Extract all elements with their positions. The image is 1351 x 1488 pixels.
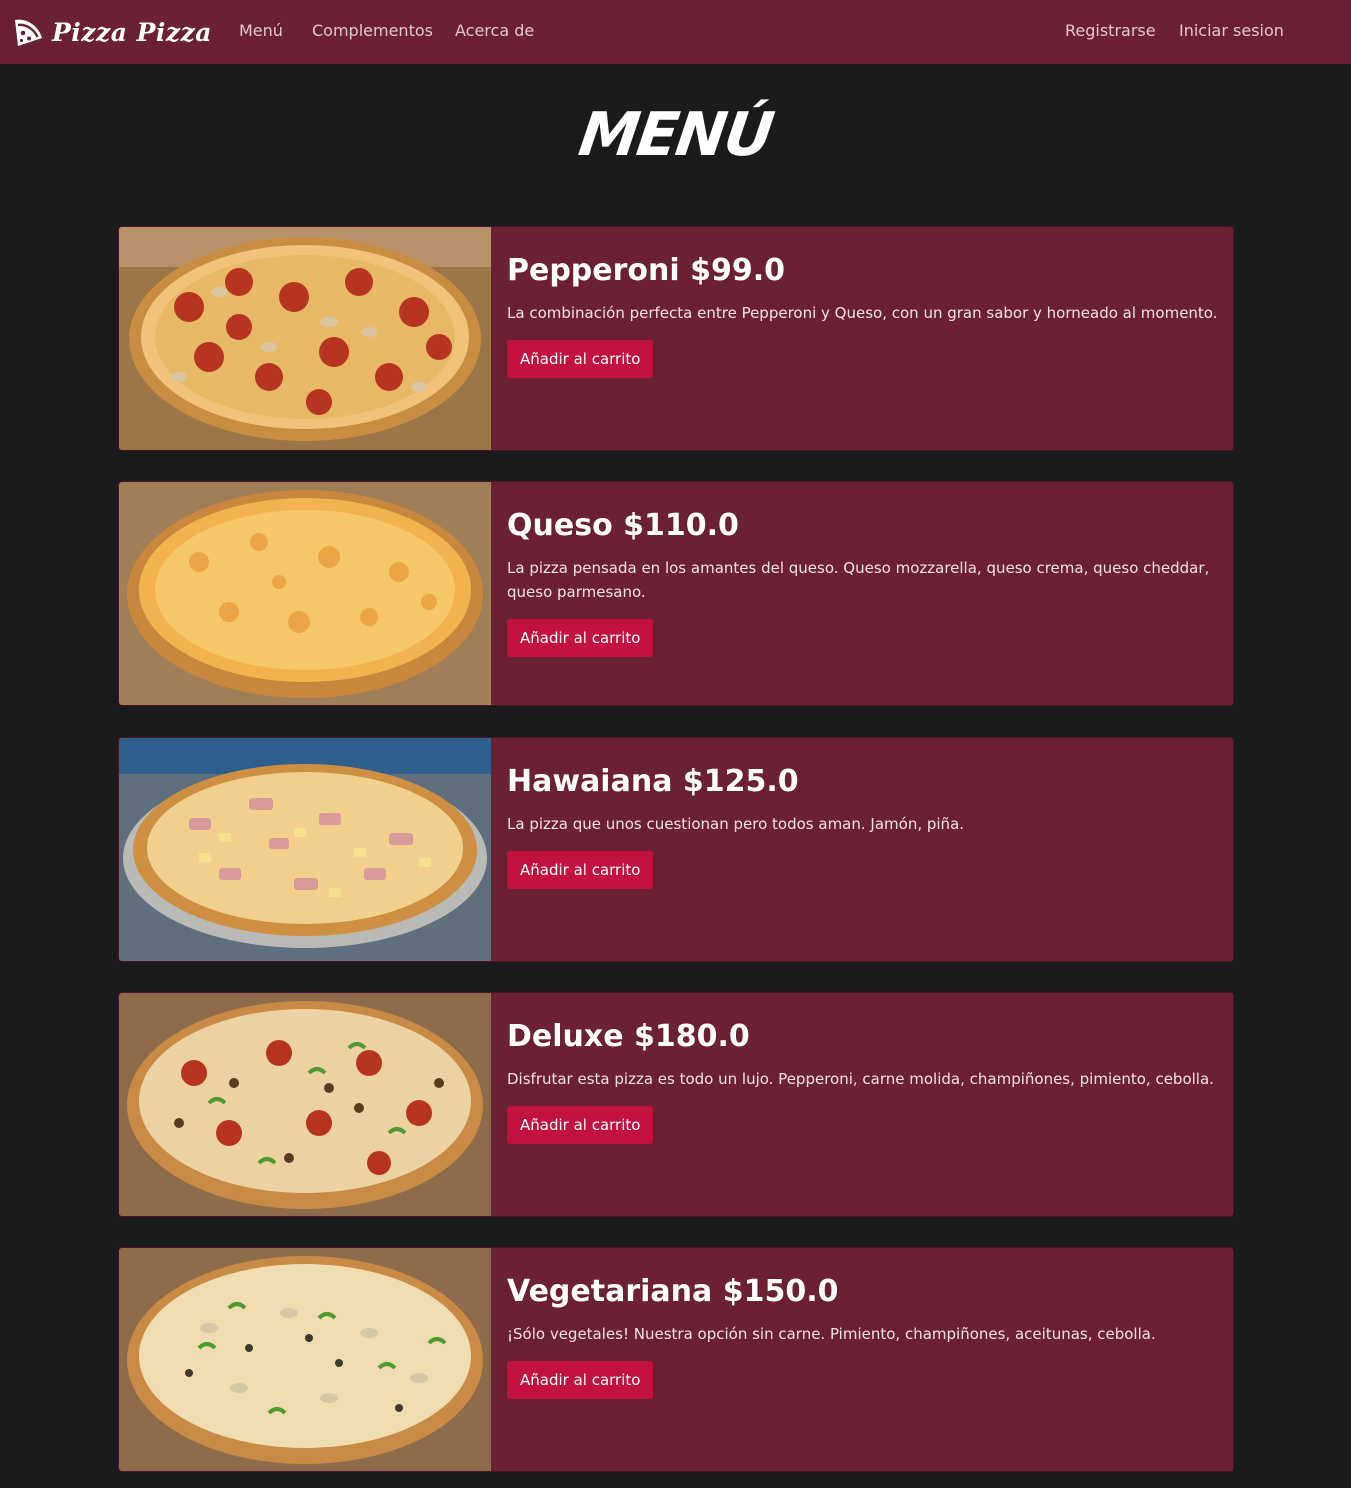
menu-item-title: Deluxe $180.0 xyxy=(507,1019,750,1054)
add-to-cart-button[interactable]: Añadir al carrito xyxy=(507,340,654,378)
nav-link-menu[interactable]: Menú xyxy=(239,21,283,40)
brand-name: Pizza Pizza xyxy=(52,17,212,47)
menu-item-title: Vegetariana $150.0 xyxy=(507,1274,839,1309)
add-to-cart-button[interactable]: Añadir al carrito xyxy=(507,619,654,657)
menu-card-body: Vegetariana $150.0 ¡Sólo vegetales! Nues… xyxy=(507,1248,1223,1399)
menu-card-body: Hawaiana $125.0 La pizza que unos cuesti… xyxy=(507,738,1223,889)
menu-card: Hawaiana $125.0 La pizza que unos cuesti… xyxy=(118,737,1234,962)
menu-item-title: Pepperoni $99.0 xyxy=(507,253,786,288)
menu-card-body: Queso $110.0 La pizza pensada en los ama… xyxy=(507,482,1223,657)
vegetarian-pizza-photo xyxy=(119,1248,491,1471)
add-to-cart-button[interactable]: Añadir al carrito xyxy=(507,1106,654,1144)
menu-item-description: Disfrutar esta pizza es todo un lujo. Pe… xyxy=(507,1070,1214,1088)
menu-item-description: La pizza pensada en los amantes del ques… xyxy=(507,559,1210,601)
menu-item-title: Queso $110.0 xyxy=(507,508,739,543)
pizza-slice-icon xyxy=(15,19,42,46)
menu-item-description: ¡Sólo vegetales! Nuestra opción sin carn… xyxy=(507,1325,1156,1343)
nav-link-registrarse[interactable]: Registrarse xyxy=(1065,21,1156,40)
menu-item-description: La combinación perfecta entre Pepperoni … xyxy=(507,304,1218,322)
brand[interactable]: Pizza Pizza xyxy=(12,14,212,50)
cheese-pizza-photo xyxy=(119,482,491,705)
add-to-cart-button[interactable]: Añadir al carrito xyxy=(507,1361,654,1399)
pepperoni-pizza-photo xyxy=(119,227,491,450)
hawaiian-pizza-photo xyxy=(119,738,491,961)
nav-link-acerca-de[interactable]: Acerca de xyxy=(455,21,534,40)
nav-link-complementos[interactable]: Complementos xyxy=(312,21,433,40)
menu-card-body: Pepperoni $99.0 La combinación perfecta … xyxy=(507,227,1223,378)
nav-link-iniciar-sesion[interactable]: Iniciar sesion xyxy=(1179,21,1284,40)
menu-card: Queso $110.0 La pizza pensada en los ama… xyxy=(118,481,1234,706)
menu-item-title: Hawaiana $125.0 xyxy=(507,764,799,799)
page-title: Menú xyxy=(574,100,777,170)
menu-card: Deluxe $180.0 Disfrutar esta pizza es to… xyxy=(118,992,1234,1217)
navbar: Pizza Pizza Menú Complementos Acerca de … xyxy=(0,0,1351,64)
add-to-cart-button[interactable]: Añadir al carrito xyxy=(507,851,654,889)
menu-card: Pepperoni $99.0 La combinación perfecta … xyxy=(118,226,1234,451)
menu-card-body: Deluxe $180.0 Disfrutar esta pizza es to… xyxy=(507,993,1223,1144)
menu-item-description: La pizza que unos cuestionan pero todos … xyxy=(507,815,965,833)
deluxe-pizza-photo xyxy=(119,993,491,1216)
menu-card: Vegetariana $150.0 ¡Sólo vegetales! Nues… xyxy=(118,1247,1234,1472)
